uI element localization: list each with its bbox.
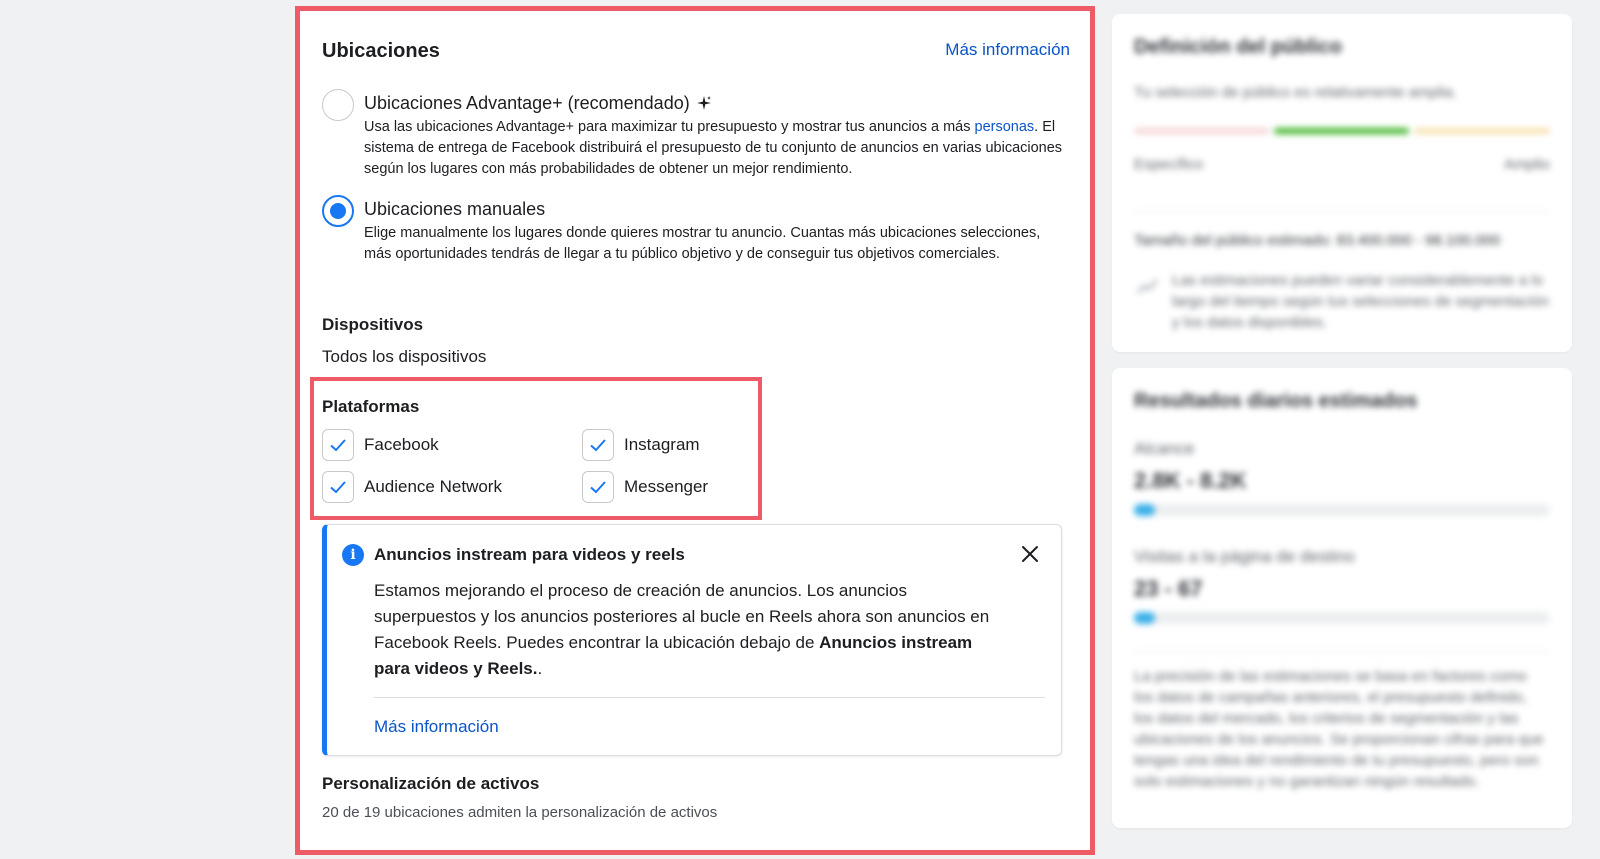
checkbox-instagram[interactable] [582, 429, 614, 461]
check-icon [330, 439, 346, 452]
advantage-placements-radio[interactable] [322, 89, 354, 121]
devices-value[interactable]: Todos los dispositivos [322, 347, 486, 367]
personas-link[interactable]: personas [975, 119, 1035, 135]
audience-definition-panel: Definición del público Tu selección de p… [1112, 14, 1572, 352]
reach-bar [1134, 504, 1550, 516]
visits-value: 23 - 67 [1134, 576, 1203, 601]
estimate-note: Las estimaciones pueden variar considera… [1172, 272, 1549, 331]
platform-facebook-label: Facebook [364, 435, 439, 454]
sparkle-icon [696, 95, 712, 111]
advantage-placements-title: Ubicaciones Advantage+ (recomendado) [364, 93, 690, 113]
instream-notice: i Anuncios instream para videos y reels … [322, 524, 1062, 756]
advantage-desc-text: Usa las ubicaciones Advantage+ para maxi… [364, 119, 975, 135]
audience-title: Definición del público [1134, 36, 1342, 58]
visits-bar-fill [1134, 612, 1155, 624]
audience-subtitle: Tu selección de público es relativamente… [1134, 84, 1457, 101]
platforms-label: Plataformas [322, 397, 420, 416]
check-icon [330, 481, 346, 494]
platforms-section: Plataformas Facebook Instagram Audience … [310, 377, 762, 520]
platform-audience-network-checkbox[interactable]: Audience Network [322, 471, 502, 503]
asset-customization-label: Personalización de activos [322, 774, 540, 793]
estimated-size: Tamaño del público estimado: 83.400.000 … [1134, 232, 1501, 249]
results-note: La precisión de las estimaciones se basa… [1134, 668, 1544, 790]
manual-placements-radio[interactable] [322, 195, 354, 227]
check-icon [590, 481, 606, 494]
checkbox-messenger[interactable] [582, 471, 614, 503]
platform-instagram-checkbox[interactable]: Instagram [582, 429, 700, 461]
close-icon[interactable] [1019, 543, 1041, 565]
trend-icon [1137, 279, 1158, 294]
manual-placements-description: Elige manualmente los lugares donde quie… [364, 225, 1041, 262]
reach-value: 2.8K - 8.2K [1134, 468, 1247, 493]
placements-title: Ubicaciones [322, 40, 440, 62]
check-icon [590, 439, 606, 452]
platform-instagram-label: Instagram [624, 435, 700, 454]
audience-divider [1134, 211, 1550, 212]
placements-card: Ubicaciones Más información Ubicaciones … [295, 6, 1095, 855]
visits-bar [1134, 612, 1550, 624]
results-divider [1134, 651, 1550, 652]
checkbox-audience-network[interactable] [322, 471, 354, 503]
visits-label: Visitas a la página de destino [1134, 547, 1355, 566]
platform-messenger-checkbox[interactable]: Messenger [582, 471, 708, 503]
manual-placements-title: Ubicaciones manuales [364, 199, 546, 219]
checkbox-facebook[interactable] [322, 429, 354, 461]
reach-label: Alcance [1134, 439, 1195, 458]
broad-label: Amplio [1504, 156, 1550, 173]
specific-label: Específico [1134, 156, 1204, 173]
platform-audience-network-label: Audience Network [364, 477, 502, 496]
asset-customization-value: 20 de 19 ubicaciones admiten la personal… [322, 804, 718, 821]
platform-messenger-label: Messenger [624, 477, 709, 496]
platform-facebook-checkbox[interactable]: Facebook [322, 429, 439, 461]
notice-more-info-link[interactable]: Más información [374, 717, 499, 737]
notice-divider [374, 697, 1045, 698]
notice-body: Estamos mejorando el proceso de creación… [374, 578, 994, 682]
audience-breadth-meter [1134, 128, 1550, 134]
more-info-link[interactable]: Más información [945, 40, 1070, 60]
info-icon: i [342, 544, 364, 566]
notice-body-end: . [537, 659, 543, 678]
devices-label: Dispositivos [322, 315, 424, 334]
daily-results-panel: Resultados diarios estimados Alcance 2.8… [1112, 368, 1572, 828]
daily-results-title: Resultados diarios estimados [1134, 390, 1418, 412]
advantage-placements-description: Usa las ubicaciones Advantage+ para maxi… [364, 117, 1064, 180]
reach-bar-fill [1134, 504, 1155, 516]
notice-title: Anuncios instream para videos y reels [374, 545, 685, 564]
